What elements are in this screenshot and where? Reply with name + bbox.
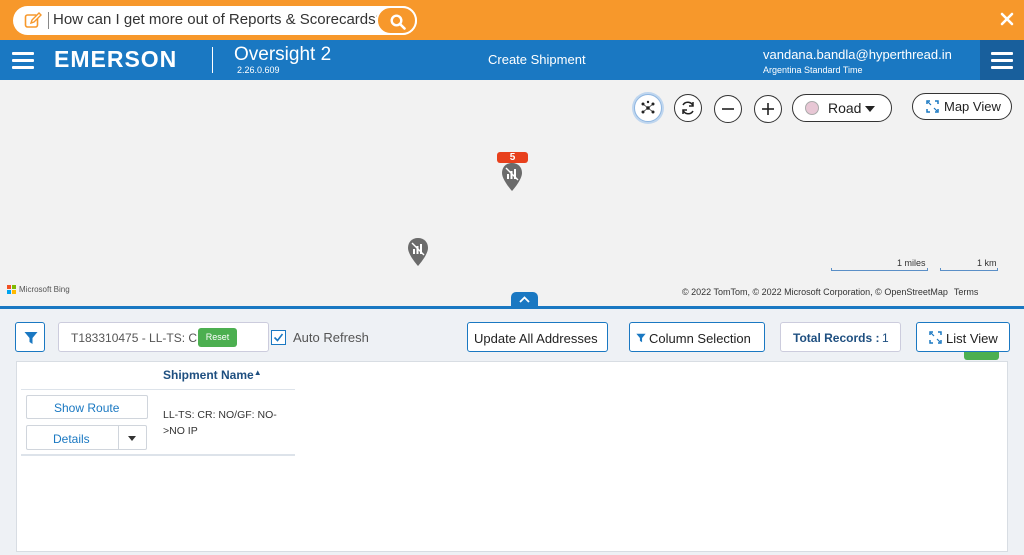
map-divider xyxy=(0,306,1024,309)
chevron-down-icon[interactable] xyxy=(128,436,136,441)
close-icon[interactable] xyxy=(1000,12,1014,26)
update-all-addresses-button[interactable]: Update All Addresses xyxy=(467,322,608,352)
zoom-out-button[interactable] xyxy=(714,95,742,123)
scale-km-bar xyxy=(940,268,998,271)
filter-input[interactable]: T183310475 - LL-TS: CR xyxy=(58,322,269,352)
main-menu-button[interactable] xyxy=(980,40,1024,80)
help-search-box[interactable]: How can I get more out of Reports & Scor… xyxy=(13,6,417,35)
refresh-map-button[interactable] xyxy=(674,94,702,122)
map-pin-icon[interactable] xyxy=(501,162,523,192)
chevron-up-icon xyxy=(519,296,530,303)
map-view-button[interactable]: Map View xyxy=(912,93,1012,120)
user-timezone: Argentina Standard Time xyxy=(763,65,863,75)
total-records-label: Total Records : xyxy=(793,331,880,345)
total-records-value: 1 xyxy=(882,331,889,345)
scale-miles-label: 1 miles xyxy=(897,258,926,268)
list-view-button[interactable]: List View xyxy=(916,322,1010,352)
cluster-toggle-button[interactable] xyxy=(634,94,662,122)
map-style-label: Road xyxy=(828,100,862,116)
app-name: Oversight 2 xyxy=(234,44,332,65)
copyright-text: © 2022 TomTom, © 2022 Microsoft Corporat… xyxy=(682,287,948,297)
shipment-name-cell: LL-TS: CR: NO/GF: NO->NO IP xyxy=(163,409,277,437)
edit-icon xyxy=(24,12,42,28)
filter-icon xyxy=(636,333,646,343)
table-header-divider xyxy=(21,389,295,390)
map-copyright: © 2022 TomTom, © 2022 Microsoft Corporat… xyxy=(682,287,978,297)
show-route-button[interactable]: Show Route xyxy=(26,395,148,419)
auto-refresh-checkbox[interactable] xyxy=(271,330,286,345)
terms-link[interactable]: Terms xyxy=(954,287,979,297)
bing-logo: Microsoft Bing xyxy=(7,285,70,295)
filter-input-value: T183310475 - LL-TS: CR xyxy=(71,331,199,345)
user-email[interactable]: vandana.bandla@hyperthread.in xyxy=(763,47,952,62)
hamburger-menu-icon[interactable] xyxy=(12,52,34,69)
brand-divider xyxy=(212,47,213,73)
total-records-box: Total Records : 1 xyxy=(780,322,901,352)
zoom-in-button[interactable] xyxy=(754,95,782,123)
page-title: Create Shipment xyxy=(488,52,586,67)
search-divider xyxy=(48,12,49,29)
bing-label: Microsoft Bing xyxy=(19,285,70,294)
column-selection-label: Column Selection xyxy=(649,331,751,346)
expand-icon xyxy=(926,100,939,113)
details-divider xyxy=(118,426,119,449)
microsoft-logo-icon xyxy=(7,285,16,295)
minus-icon xyxy=(722,108,734,110)
collapse-map-button[interactable] xyxy=(511,292,538,307)
list-view-indicator xyxy=(964,352,999,360)
show-route-label: Show Route xyxy=(54,401,120,415)
help-search-text[interactable]: How can I get more out of Reports & Scor… xyxy=(53,11,384,28)
filter-button[interactable] xyxy=(15,322,45,352)
brand-logo: EMERSON xyxy=(54,46,178,72)
app-header: EMERSON Oversight 2 2.26.0.609 Create Sh… xyxy=(0,40,1024,80)
chevron-down-icon xyxy=(865,106,875,112)
menu-icon xyxy=(991,52,1013,69)
refresh-icon xyxy=(682,101,694,115)
details-label: Details xyxy=(53,432,90,446)
app-version: 2.26.0.609 xyxy=(237,65,280,75)
search-icon xyxy=(390,14,406,30)
table-row-divider xyxy=(21,454,295,456)
globe-icon xyxy=(805,101,819,115)
map-pin-icon[interactable] xyxy=(407,237,429,267)
sort-asc-icon: ▲ xyxy=(253,368,262,377)
map-style-dropdown[interactable]: Road xyxy=(792,94,892,122)
details-split-button[interactable]: Details xyxy=(26,425,147,450)
search-button[interactable] xyxy=(376,6,417,35)
scale-km-label: 1 km xyxy=(977,258,997,268)
cluster-icon xyxy=(641,100,655,114)
expand-icon xyxy=(929,331,942,344)
help-search-banner: How can I get more out of Reports & Scor… xyxy=(0,0,1024,40)
column-selection-button[interactable]: Column Selection xyxy=(629,322,765,352)
update-all-addresses-label: Update All Addresses xyxy=(474,331,598,346)
filter-icon xyxy=(24,332,38,344)
plus-icon xyxy=(762,103,774,115)
map-view-label: Map View xyxy=(944,99,1001,114)
auto-refresh-label[interactable]: Auto Refresh xyxy=(293,330,369,345)
list-view-label: List View xyxy=(946,331,998,346)
scale-miles-bar xyxy=(831,268,928,271)
reset-button[interactable]: Reset xyxy=(198,328,237,347)
checkmark-icon xyxy=(273,333,284,342)
column-header-shipment-name[interactable]: Shipment Name▲ xyxy=(163,368,262,382)
